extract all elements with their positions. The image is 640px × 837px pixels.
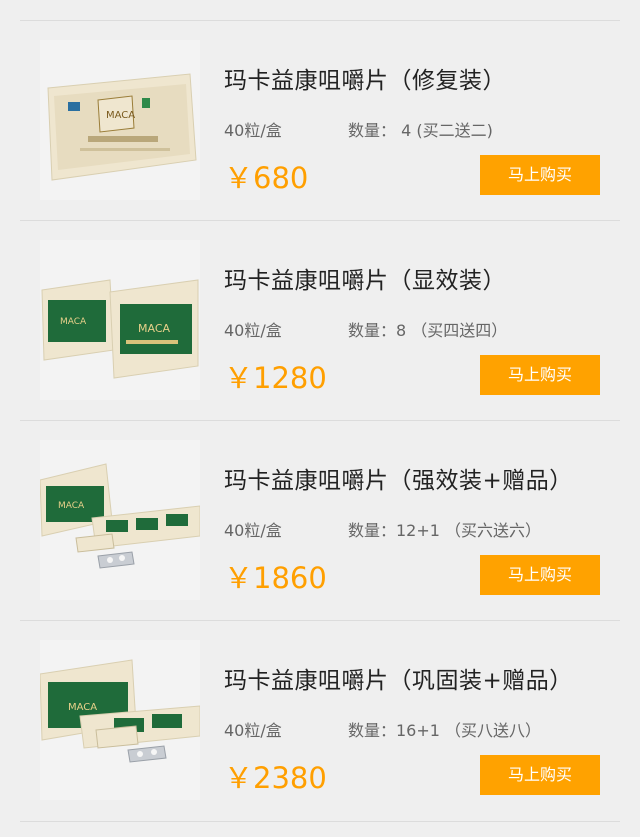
product-price: ￥680 <box>224 161 309 195</box>
product-price: ￥1280 <box>224 361 327 395</box>
buy-now-button[interactable]: 马上购买 <box>480 555 600 595</box>
product-item[interactable]: MACA 玛卡益康咀嚼片（强效装+赠品） 40粒/盒 数量：12+1 （买六送六… <box>20 420 620 621</box>
maca-logo-text: MACA <box>58 501 85 511</box>
product-image[interactable]: MACA MACA <box>40 240 200 400</box>
maca-logo-text: MACA <box>68 702 97 713</box>
maca-logo-text: MACA <box>138 322 171 335</box>
maca-logo-text: MACA <box>106 110 135 121</box>
product-image[interactable]: MACA <box>40 40 200 200</box>
product-price: ￥2380 <box>224 761 327 795</box>
product-spec: 40粒/盒 <box>224 321 282 340</box>
buy-now-button[interactable]: 马上购买 <box>480 355 600 395</box>
maca-box-image: MACA <box>40 640 200 800</box>
maca-box-image: MACA <box>40 440 200 600</box>
product-list: MACA 玛卡益康咀嚼片（修复装） 40粒/盒 数量： 4 (买二送二) ￥68… <box>0 0 640 837</box>
buy-now-button[interactable]: 马上购买 <box>480 155 600 195</box>
maca-box-image: MACA <box>40 40 200 200</box>
product-title: 玛卡益康咀嚼片（强效装+赠品） <box>224 468 573 494</box>
maca-box-image: MACA MACA <box>40 240 200 400</box>
product-item[interactable]: MACA 玛卡益康咀嚼片（修复装） 40粒/盒 数量： 4 (买二送二) ￥68… <box>20 20 620 221</box>
maca-logo-text: MACA <box>60 317 87 327</box>
product-title: 玛卡益康咀嚼片（巩固装+赠品） <box>224 668 573 694</box>
product-title: 玛卡益康咀嚼片（修复装） <box>224 68 506 94</box>
product-price: ￥1860 <box>224 561 327 595</box>
product-image[interactable]: MACA <box>40 440 200 600</box>
product-spec: 40粒/盒 <box>224 721 282 740</box>
product-image[interactable]: MACA <box>40 640 200 800</box>
product-spec: 40粒/盒 <box>224 121 282 140</box>
product-quantity: 数量： 4 (买二送二) <box>348 121 493 140</box>
product-quantity: 数量：16+1 （买八送八） <box>348 721 542 740</box>
product-spec: 40粒/盒 <box>224 521 282 540</box>
product-title: 玛卡益康咀嚼片（显效装） <box>224 268 506 294</box>
product-quantity: 数量：12+1 （买六送六） <box>348 521 542 540</box>
buy-now-button[interactable]: 马上购买 <box>480 755 600 795</box>
product-item[interactable]: MACA 玛卡益康咀嚼片（巩固装+赠品） 40粒/盒 数量：16+1 （买八送八… <box>20 620 620 822</box>
product-item[interactable]: MACA MACA 玛卡益康咀嚼片（显效装） 40粒/盒 数量：8 （买四送四）… <box>20 220 620 421</box>
product-quantity: 数量：8 （买四送四） <box>348 321 508 340</box>
